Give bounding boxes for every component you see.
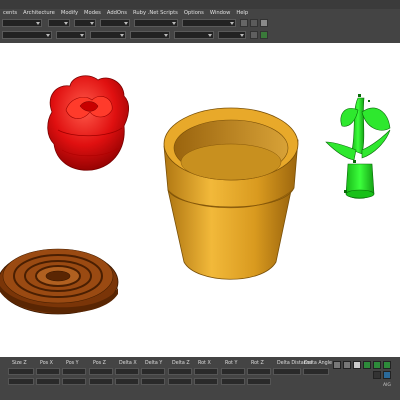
label-pos-x: Pos X — [40, 361, 53, 366]
material-dropdown[interactable] — [2, 31, 52, 39]
menu-bar: cents Architecture Modify Modes AddOns R… — [0, 9, 251, 17]
toolbar-row-2 — [0, 31, 400, 42]
rose-head[interactable] — [47, 75, 129, 171]
delta-y-field-2[interactable] — [141, 378, 165, 385]
fill-dropdown[interactable] — [100, 19, 130, 27]
label-rot-z: Rot Z — [251, 361, 264, 366]
delta-z-field-2[interactable] — [168, 378, 192, 385]
delta-angle-field[interactable] — [303, 368, 329, 375]
menu-item-ruby-net-scripts[interactable]: Ruby .Net Scripts — [130, 9, 181, 17]
flower-pot[interactable] — [163, 107, 299, 280]
snap-edge-icon[interactable] — [363, 361, 371, 369]
rot-z-field-2[interactable] — [247, 378, 271, 385]
menu-item-window[interactable]: Window — [207, 9, 233, 17]
label-rot-y: Rot Y — [225, 361, 238, 366]
size-z-field[interactable] — [8, 368, 34, 375]
menu-item-help[interactable]: Help — [233, 9, 251, 17]
rot-x-field[interactable] — [194, 368, 218, 375]
snap-working-plane-icon[interactable] — [383, 371, 391, 379]
stem-leaves[interactable] — [325, 94, 391, 199]
class-dropdown[interactable] — [182, 19, 236, 27]
snap-surface-icon[interactable] — [373, 361, 381, 369]
delta-y-field[interactable] — [141, 368, 165, 375]
data-bar: Size Z Pos X Pos Y Pos Z Delta X Delta Y… — [0, 357, 400, 400]
view-dropdown[interactable] — [130, 31, 170, 39]
rot-y-field[interactable] — [221, 368, 245, 375]
label-delta-angle: Delta Angle — [304, 361, 332, 366]
pos-y-field-2[interactable] — [62, 378, 86, 385]
texture-dropdown[interactable] — [56, 31, 86, 39]
pos-x-field[interactable] — [36, 368, 60, 375]
3d-viewport[interactable] — [0, 43, 400, 357]
pos-z-field-2[interactable] — [89, 378, 113, 385]
menu-item-modify[interactable]: Modify — [58, 9, 81, 17]
rot-y-field-2[interactable] — [221, 378, 245, 385]
projection-dropdown[interactable] — [174, 31, 214, 39]
menu-item-options[interactable]: Options — [181, 9, 207, 17]
snap-tangent-icon[interactable] — [373, 371, 381, 379]
menu-item-architecture[interactable]: Architecture — [20, 9, 58, 17]
label-pos-z: Pos Z — [93, 361, 106, 366]
pos-y-field[interactable] — [62, 368, 86, 375]
pen-dropdown[interactable] — [48, 19, 70, 27]
status-indicator-text: AIG — [383, 383, 391, 388]
menu-item-cents[interactable]: cents — [0, 9, 20, 17]
application-toolbar: cents Architecture Modify Modes AddOns R… — [0, 0, 400, 43]
snap-angle-icon[interactable] — [353, 361, 361, 369]
snap-grid-icon[interactable] — [333, 361, 341, 369]
rot-z-field[interactable] — [247, 368, 271, 375]
snap-object-icon[interactable] — [343, 361, 351, 369]
toolbar-row-1 — [0, 19, 400, 30]
menu-item-modes[interactable]: Modes — [81, 9, 104, 17]
delta-distance-field[interactable] — [273, 368, 301, 375]
label-delta-z: Delta Z — [172, 361, 190, 366]
title-strip — [0, 0, 400, 9]
delta-x-field[interactable] — [115, 368, 139, 375]
viewport-canvas — [0, 75, 391, 315]
coaster-disc[interactable] — [0, 248, 119, 315]
render-dropdown[interactable] — [90, 31, 126, 39]
pos-z-field[interactable] — [89, 368, 113, 375]
size-z-field-2[interactable] — [8, 378, 34, 385]
line-dropdown[interactable] — [74, 19, 96, 27]
menu-item-addons[interactable]: AddOns — [104, 9, 130, 17]
snap-point-icon[interactable] — [383, 361, 391, 369]
pos-x-field-2[interactable] — [36, 378, 60, 385]
label-delta-y: Delta Y — [145, 361, 163, 366]
label-rot-x: Rot X — [198, 361, 211, 366]
label-size-z: Size Z — [12, 361, 27, 366]
label-pos-y: Pos Y — [66, 361, 79, 366]
label-delta-x: Delta X — [119, 361, 137, 366]
delta-z-field[interactable] — [168, 368, 192, 375]
rot-x-field-2[interactable] — [194, 378, 218, 385]
delta-x-field-2[interactable] — [115, 378, 139, 385]
layer-dropdown[interactable] — [2, 19, 42, 27]
scale-dropdown[interactable] — [218, 31, 246, 39]
style-dropdown[interactable] — [134, 19, 178, 27]
